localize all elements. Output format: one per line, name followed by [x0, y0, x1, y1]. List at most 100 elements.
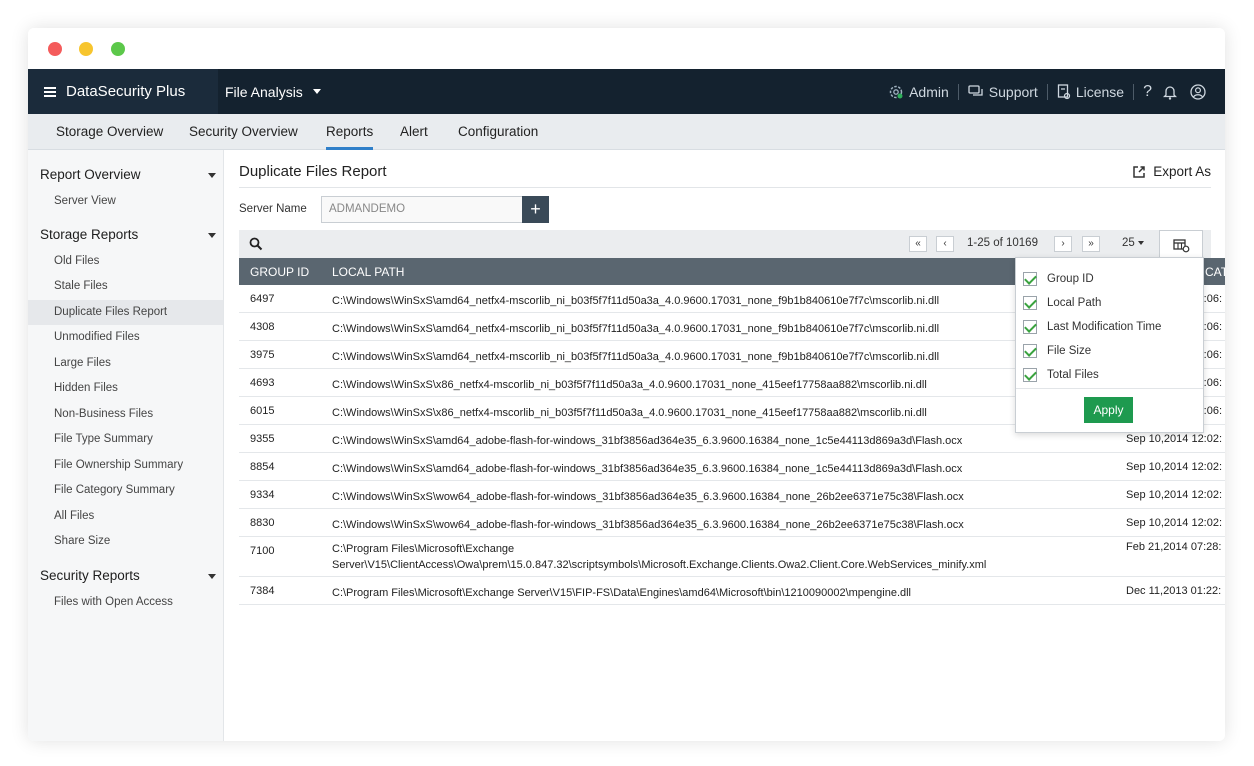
sidebar-section-label: Security Reports — [40, 568, 140, 583]
top-right-links: Admin Support License ? — [888, 69, 1211, 114]
user-avatar-icon[interactable] — [1190, 83, 1206, 100]
local-path-cell: C:\Program Files\Microsoft\Exchange Serv… — [332, 543, 987, 571]
table-row[interactable]: 8854 C:\Windows\WinSxS\amd64_adobe-flash-… — [239, 453, 1225, 481]
chevron-down-icon — [208, 233, 216, 238]
table-toolbar: « ‹ 1-25 of 10169 › » 25 — [239, 230, 1211, 260]
column-chooser-dropdown: Group ID Local Path Last Modification Ti… — [1015, 257, 1204, 433]
sidebar-item-old-files[interactable]: Old Files — [28, 249, 223, 274]
next-page-button[interactable]: › — [1054, 236, 1072, 252]
search-icon[interactable] — [249, 237, 263, 251]
group-id-cell: 8830 — [250, 517, 275, 529]
first-page-button[interactable]: « — [909, 236, 927, 252]
group-id-cell: 8854 — [250, 461, 275, 473]
pagination-info: 1-25 of 10169 — [967, 237, 1038, 249]
checkbox-checked-icon[interactable] — [1023, 296, 1037, 310]
sidebar-item-hidden-files[interactable]: Hidden Files — [28, 376, 223, 401]
column-option-last-modification-time[interactable]: Last Modification Time — [1023, 319, 1161, 335]
menu-icon[interactable] — [44, 86, 56, 97]
bell-icon[interactable] — [1163, 84, 1177, 100]
column-header-group-id[interactable]: GROUP ID — [250, 265, 309, 279]
sidebar-item-duplicate-files-report[interactable]: Duplicate Files Report — [28, 300, 223, 325]
top-bar: DataSecurity Plus File Analysis Admin Su… — [28, 69, 1225, 114]
group-id-cell: 7384 — [250, 585, 275, 597]
chevron-down-icon — [208, 173, 216, 178]
divider — [239, 187, 1211, 188]
module-switcher[interactable]: File Analysis — [225, 69, 321, 114]
page-size-value: 25 — [1122, 237, 1135, 249]
tab-configuration[interactable]: Configuration — [458, 114, 538, 150]
tab-alert[interactable]: Alert — [400, 114, 428, 150]
sidebar-section-storage-reports[interactable]: Storage Reports — [40, 227, 216, 242]
modified-time-cell: Sep 10,2014 12:02: — [1126, 461, 1223, 473]
column-option-total-files[interactable]: Total Files — [1023, 367, 1099, 383]
module-label: File Analysis — [225, 83, 303, 100]
chevron-down-icon — [1137, 240, 1144, 245]
last-page-button[interactable]: » — [1082, 236, 1100, 252]
sidebar-item-non-business-files[interactable]: Non-Business Files — [28, 402, 223, 427]
tab-security-overview[interactable]: Security Overview — [189, 114, 298, 150]
export-label: Export As — [1153, 164, 1211, 179]
support-label: Support — [988, 83, 1038, 100]
column-option-label: File Size — [1047, 345, 1092, 357]
maximize-window-button[interactable] — [111, 42, 125, 56]
local-path-cell: C:\Windows\WinSxS\amd64_adobe-flash-for-… — [332, 463, 963, 475]
apply-button[interactable]: Apply — [1084, 397, 1133, 423]
column-option-local-path[interactable]: Local Path — [1023, 295, 1101, 311]
modified-time-cell: Sep 10,2014 12:02: — [1126, 517, 1223, 529]
sidebar-item-server-view[interactable]: Server View — [28, 189, 223, 214]
license-icon — [1057, 83, 1070, 99]
column-chooser-button[interactable] — [1159, 230, 1203, 260]
page-size-select[interactable]: 25 — [1122, 237, 1144, 249]
checkbox-checked-icon[interactable] — [1023, 272, 1037, 286]
sidebar-item-all-files[interactable]: All Files — [28, 504, 223, 529]
column-option-group-id[interactable]: Group ID — [1023, 271, 1094, 287]
checkbox-checked-icon[interactable] — [1023, 344, 1037, 358]
chevron-down-icon — [208, 574, 216, 579]
sidebar-item-file-category-summary[interactable]: File Category Summary — [28, 478, 223, 503]
sidebar-item-large-files[interactable]: Large Files — [28, 351, 223, 376]
group-id-cell: 6015 — [250, 405, 275, 417]
table-row[interactable]: 7384 C:\Program Files\Microsoft\Exchange … — [239, 577, 1225, 605]
table-row[interactable]: 7100 C:\Program Files\Microsoft\Exchange … — [239, 537, 1225, 577]
checkbox-checked-icon[interactable] — [1023, 368, 1037, 382]
column-option-file-size[interactable]: File Size — [1023, 343, 1091, 359]
local-path-cell: C:\Windows\WinSxS\x86_netfx4-mscorlib_ni… — [332, 379, 927, 391]
sidebar-item-file-type-summary[interactable]: File Type Summary — [28, 427, 223, 452]
modified-time-cell: Dec 11,2013 01:22: — [1126, 585, 1222, 597]
page-title: Duplicate Files Report — [239, 163, 387, 180]
chat-icon — [968, 84, 983, 96]
main-tabs: Storage Overview Security Overview Repor… — [28, 114, 1225, 150]
license-link[interactable]: License — [1057, 84, 1124, 100]
support-link[interactable]: Support — [968, 84, 1038, 100]
admin-link[interactable]: Admin — [888, 84, 949, 100]
local-path-cell: C:\Windows\WinSxS\amd64_netfx4-mscorlib_… — [332, 351, 940, 363]
export-as-button[interactable]: Export As — [1132, 164, 1211, 179]
previous-page-button[interactable]: ‹ — [936, 236, 954, 252]
tab-storage-overview[interactable]: Storage Overview — [56, 114, 163, 150]
close-window-button[interactable] — [48, 42, 62, 56]
column-header-local-path[interactable]: LOCAL PATH — [332, 265, 404, 279]
sidebar-item-share-size[interactable]: Share Size — [28, 529, 223, 554]
sidebar-item-unmodified-files[interactable]: Unmodified Files — [28, 325, 223, 350]
tab-reports[interactable]: Reports — [326, 114, 374, 150]
sidebar-section-security-reports[interactable]: Security Reports — [40, 568, 216, 583]
column-header-last-modification[interactable]: CAT — [1205, 265, 1225, 279]
sidebar-item-files-with-open-access[interactable]: Files with Open Access — [28, 590, 223, 615]
server-name-input[interactable]: ADMANDEMO — [321, 196, 523, 223]
sidebar-item-file-ownership-summary[interactable]: File Ownership Summary — [28, 453, 223, 478]
sidebar-section-label: Storage Reports — [40, 227, 139, 242]
sidebar: Report Overview Server View Storage Repo… — [28, 150, 224, 741]
help-icon[interactable]: ? — [1143, 83, 1152, 101]
sidebar-section-report-overview[interactable]: Report Overview — [40, 167, 216, 182]
table-row[interactable]: 9334 C:\Windows\WinSxS\wow64_adobe-flash-… — [239, 481, 1225, 509]
table-row[interactable]: 8830 C:\Windows\WinSxS\wow64_adobe-flash-… — [239, 509, 1225, 537]
add-server-button[interactable]: + — [522, 196, 549, 223]
checkbox-checked-icon[interactable] — [1023, 320, 1037, 334]
chevron-down-icon — [312, 89, 321, 94]
admin-label: Admin — [909, 83, 949, 100]
minimize-window-button[interactable] — [79, 42, 93, 56]
modified-time-cell: Sep 10,2014 12:02: — [1126, 489, 1223, 501]
license-label: License — [1075, 83, 1125, 100]
sidebar-item-stale-files[interactable]: Stale Files — [28, 274, 223, 299]
brand-name: DataSecurity Plus — [66, 83, 186, 100]
